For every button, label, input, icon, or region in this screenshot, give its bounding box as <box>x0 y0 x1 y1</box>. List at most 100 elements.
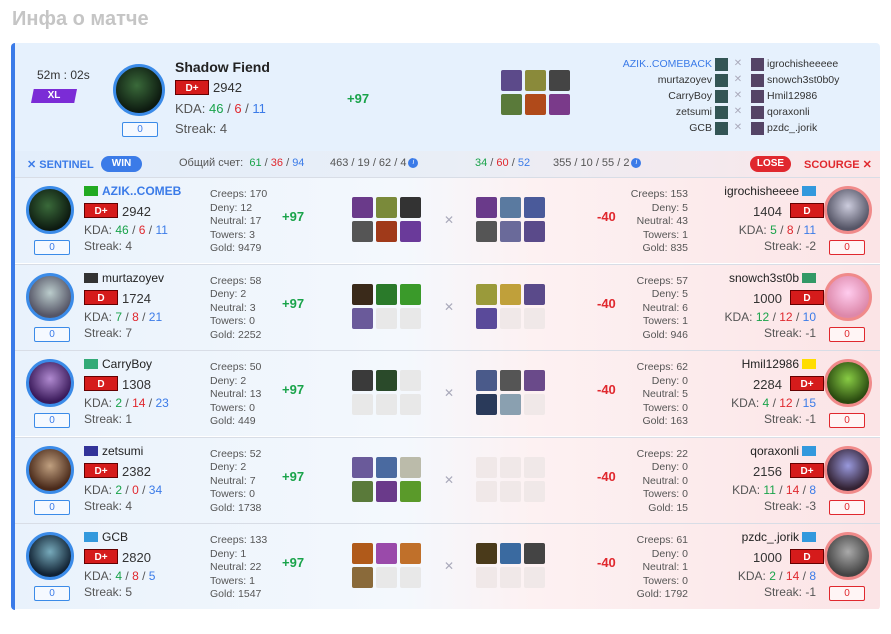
streak-line: Streak: 7 <box>84 325 133 340</box>
streak-line: Streak: 1 <box>84 412 133 426</box>
item-icon <box>376 197 397 218</box>
page-title: Инфа о матче <box>12 8 149 30</box>
opponent-name[interactable]: qoraxonli <box>750 444 816 458</box>
item-icon <box>376 456 397 478</box>
mmr-value: 1000 <box>753 550 782 565</box>
swap-icon: ✕ <box>444 213 455 227</box>
opponent-name[interactable]: igrochisheeee <box>724 184 816 198</box>
player-count: 0 <box>34 499 70 515</box>
player-name[interactable]: murtazoyev <box>84 271 164 285</box>
scourge-score: 34 / 60 / 52 <box>475 157 531 169</box>
empty-slot <box>524 567 545 588</box>
mmr-delta: -40 <box>597 209 616 224</box>
player-avatar[interactable] <box>26 445 74 494</box>
player-name[interactable]: AZIK..COMEB <box>84 184 181 198</box>
swap-icon: ✕ <box>444 299 455 314</box>
kda-line: KDA: 4 / 12 / 15 <box>731 396 816 410</box>
player-avatar[interactable] <box>26 272 74 321</box>
item-icon <box>501 70 522 91</box>
sentinel-player-name[interactable]: murtazoyev <box>608 72 712 88</box>
swap-icon: ✕ <box>444 559 455 573</box>
player-stats: Creeps: 58 Deny: 2 Neutral: 3 Towers: 0 … <box>210 274 262 341</box>
item-icon <box>400 197 421 218</box>
rank-badge: D+ <box>175 80 209 95</box>
streak-line: Streak: 4 <box>84 498 133 513</box>
player-avatar[interactable] <box>26 532 74 580</box>
item-icon <box>352 197 373 218</box>
rank-badge: D+ <box>790 376 824 391</box>
player-avatar[interactable] <box>26 186 74 234</box>
roster-row: AZIK..COMEBACK ✕ igrochisheeeee <box>608 56 839 72</box>
item-icon <box>524 221 545 242</box>
flag-icon <box>84 186 98 196</box>
sentinel-player-name[interactable]: CarryBoy <box>608 88 712 104</box>
player-stats: Creeps: 50 Deny: 2 Neutral: 13 Towers: 0… <box>210 361 262 427</box>
swap-icon: ✕ <box>733 90 743 101</box>
rank-badge: D <box>790 203 824 218</box>
opponent-avatar[interactable] <box>824 272 872 321</box>
scourge-player-name[interactable]: Hmil12986 <box>767 88 817 104</box>
mode-badge: XL <box>31 89 77 103</box>
player-avatar[interactable] <box>26 359 74 407</box>
item-icon <box>500 197 521 218</box>
info-icon[interactable]: i <box>631 158 642 168</box>
item-icon <box>352 370 373 391</box>
opponent-avatar[interactable] <box>824 532 872 580</box>
flag-icon <box>802 272 816 283</box>
item-icon <box>352 567 373 588</box>
player-name[interactable]: GCB <box>84 530 128 544</box>
empty-slot <box>524 394 545 415</box>
streak-line: Streak: -2 <box>763 239 816 253</box>
item-icon <box>476 221 497 242</box>
hero-avatar[interactable] <box>113 64 165 116</box>
hero-icon <box>715 73 728 87</box>
item-icon <box>500 221 521 242</box>
hero-icon <box>751 57 764 71</box>
match-card: 52m : 02s XL 0 Shadow Fiend D+ 2942 KDA:… <box>11 43 880 610</box>
scourge-label: SCOURGE ✕ <box>804 159 872 171</box>
opponent-name[interactable]: Hmil12986 <box>742 357 816 371</box>
scourge-player-name[interactable]: snowch3st0b0y <box>767 72 839 88</box>
item-icon <box>376 480 397 502</box>
item-icon <box>476 543 497 564</box>
scourge-player-name[interactable]: igrochisheeeee <box>767 56 838 72</box>
mmr-value: 1724 <box>122 290 151 306</box>
flag-icon <box>802 532 816 542</box>
empty-slot <box>524 480 545 502</box>
info-icon[interactable]: i <box>408 158 419 168</box>
mmr-delta: -40 <box>597 295 616 311</box>
kda-line: KDA: 5 / 8 / 11 <box>738 223 816 237</box>
opponent-avatar[interactable] <box>824 445 872 494</box>
scourge-player-name[interactable]: pzdc_.jorik <box>767 120 817 136</box>
mmr-delta: +97 <box>282 555 305 570</box>
item-icon <box>376 221 397 242</box>
opponent-count: 0 <box>829 499 865 515</box>
item-icon <box>476 197 497 218</box>
kda-line: KDA: 2 / 14 / 8 <box>737 569 816 583</box>
sentinel-player-name[interactable]: GCB <box>608 120 712 136</box>
item-icon <box>376 283 397 305</box>
item-icon <box>400 543 421 564</box>
player-row: 0 zetsumi D+ 2382 KDA: 2 / 0 / 34 Streak… <box>15 436 880 523</box>
opponent-avatar[interactable] <box>824 359 872 407</box>
scourge-player-name[interactable]: qoraxonli <box>767 104 810 120</box>
flag-icon <box>802 359 816 369</box>
opponent-name[interactable]: snowch3st0b <box>729 271 816 285</box>
roster-row: murtazoyev ✕ snowch3st0b0y <box>608 72 839 88</box>
streak-line: Streak: -1 <box>763 325 816 340</box>
hero-icon <box>715 121 728 135</box>
swap-icon: ✕ <box>444 386 455 400</box>
player-name[interactable]: CarryBoy <box>84 357 152 371</box>
opponent-avatar[interactable] <box>824 186 872 234</box>
sentinel-player-name[interactable]: AZIK..COMEBACK <box>608 56 712 72</box>
player-stats: Creeps: 133 Deny: 1 Neutral: 22 Towers: … <box>210 534 268 600</box>
opponent-name[interactable]: pzdc_.jorik <box>742 530 816 544</box>
sentinel-player-name[interactable]: zetsumi <box>608 104 712 120</box>
rank-badge: D <box>84 289 118 305</box>
rank-badge: D <box>790 289 824 305</box>
player-row: 0 CarryBoy D 1308 KDA: 2 / 14 / 23 Strea… <box>15 350 880 436</box>
rank-badge: D+ <box>84 549 118 564</box>
player-name[interactable]: zetsumi <box>84 444 143 458</box>
item-icon <box>376 543 397 564</box>
empty-slot <box>524 307 545 329</box>
